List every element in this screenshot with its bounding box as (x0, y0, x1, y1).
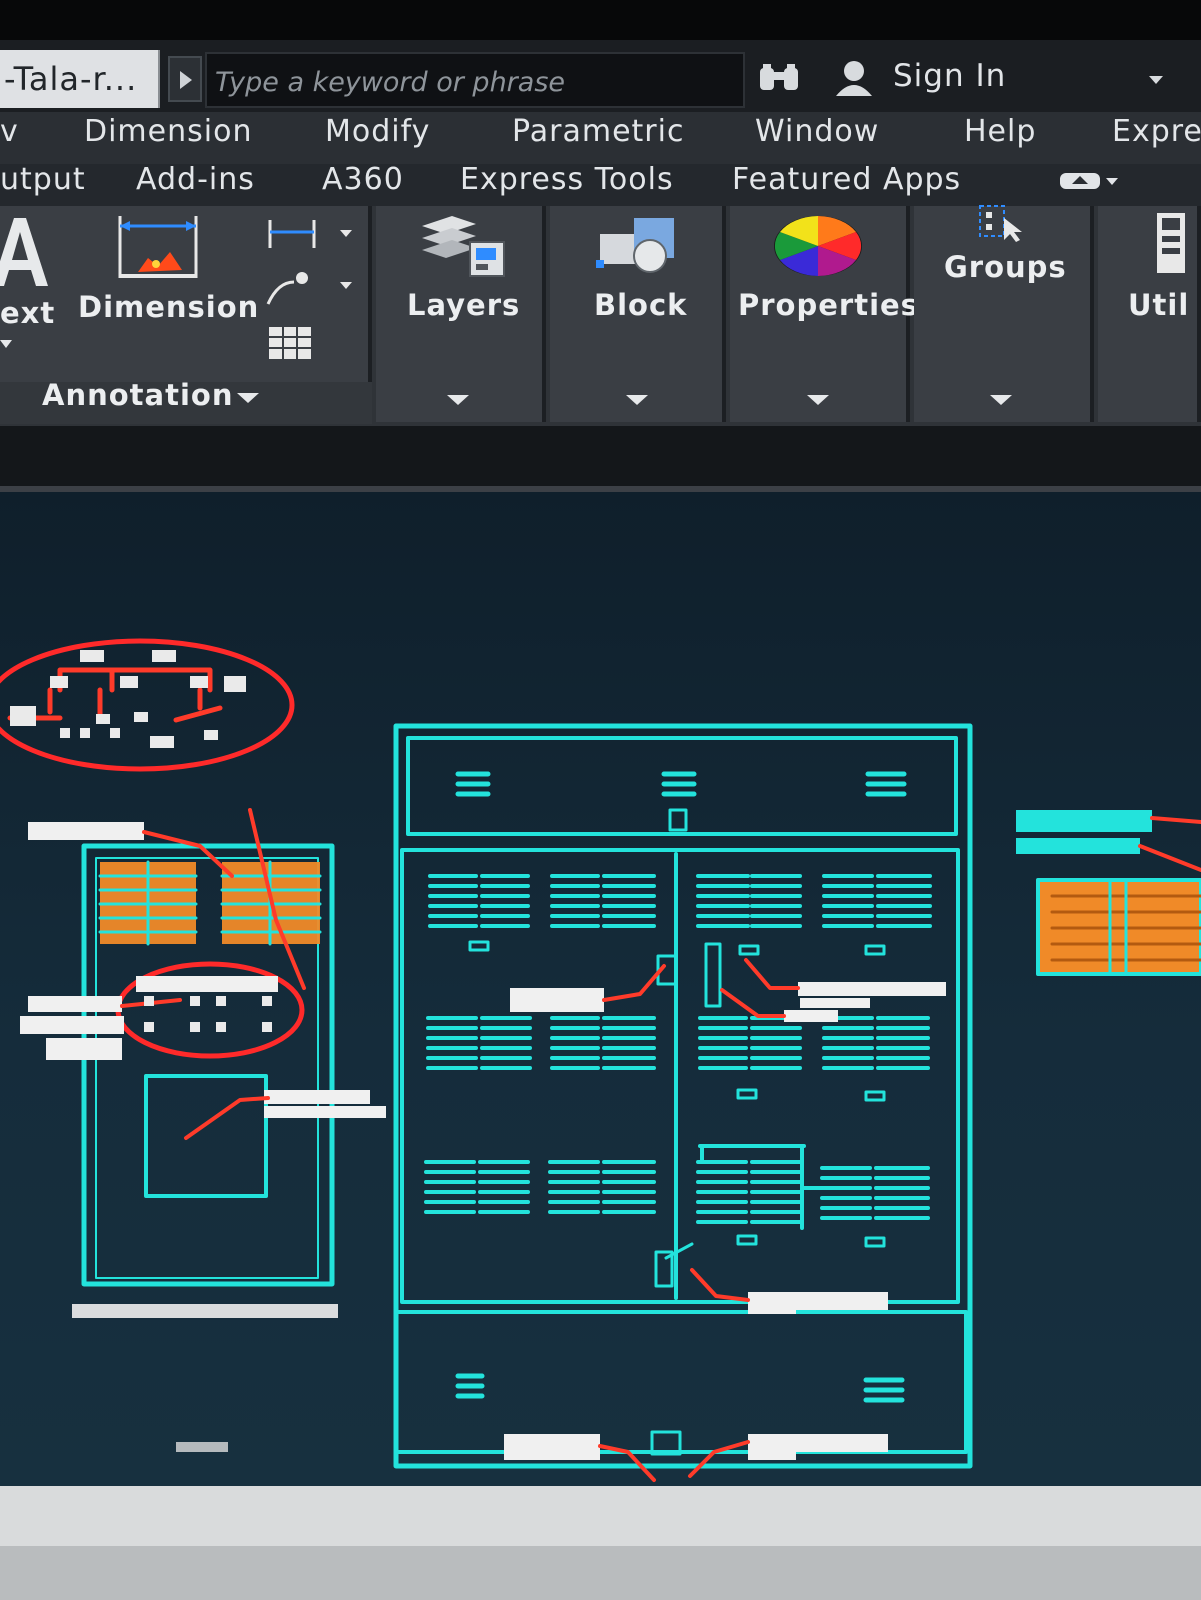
right-component (1016, 810, 1201, 976)
cad-drawing[interactable] (0, 492, 1201, 1486)
chevron-down-icon[interactable] (1148, 70, 1164, 89)
leader-icon[interactable] (264, 268, 356, 312)
tab-express-tools[interactable]: Express Tools (460, 162, 674, 197)
color-wheel-icon[interactable] (772, 208, 864, 284)
monitor-bezel (0, 0, 1201, 40)
properties-caret-icon[interactable] (806, 392, 830, 411)
dimension-icon[interactable] (116, 214, 202, 286)
menu-window[interactable]: Window (755, 114, 879, 149)
menu-modify[interactable]: Modify (325, 114, 430, 149)
utilities-panel-label[interactable]: Util (1128, 288, 1189, 322)
groups-panel-label[interactable]: Groups (944, 250, 1067, 284)
groups-icon[interactable] (978, 204, 1028, 248)
menu-express[interactable]: Expre (1112, 114, 1201, 149)
document-tab[interactable]: -Tala-r... (0, 50, 160, 108)
status-area (0, 1486, 1201, 1546)
ribbon-minimize-icon[interactable] (1058, 170, 1122, 196)
menu-view[interactable]: v (0, 114, 19, 149)
user-icon[interactable] (832, 58, 876, 102)
ribbon-separator (0, 426, 1201, 488)
left-cabinet (20, 808, 386, 1452)
tab-a360[interactable]: A360 (322, 162, 404, 197)
menu-help[interactable]: Help (964, 114, 1036, 149)
layers-icon[interactable] (418, 210, 508, 286)
block-caret-icon[interactable] (625, 392, 649, 411)
linear-dimension-icon[interactable] (266, 216, 356, 256)
groups-caret-icon[interactable] (989, 392, 1013, 411)
sign-in-link[interactable]: Sign In (893, 58, 1006, 94)
search-input[interactable] (213, 62, 737, 102)
table-icon[interactable] (268, 326, 312, 364)
monitor-bottom-bezel (0, 1546, 1201, 1600)
play-arrow-icon (180, 71, 192, 89)
menu-dimension[interactable]: Dimension (84, 114, 252, 149)
annotation-caret-icon[interactable] (236, 390, 260, 409)
block-icon[interactable] (594, 212, 686, 282)
search-box[interactable] (205, 52, 745, 108)
main-cabinet (393, 723, 973, 1482)
text-button-label[interactable]: ext (0, 296, 55, 330)
calculator-icon[interactable] (1156, 212, 1186, 280)
text-A-icon[interactable] (0, 214, 50, 294)
annotation-panel-label[interactable]: Annotation (42, 378, 233, 412)
tab-featured-apps[interactable]: Featured Apps (732, 162, 961, 197)
menu-parametric[interactable]: Parametric (512, 114, 684, 149)
tab-add-ins[interactable]: Add-ins (136, 162, 255, 197)
text-caret-icon[interactable] (0, 334, 12, 353)
layers-panel-label[interactable]: Layers (407, 288, 520, 322)
block-panel-label[interactable]: Block (594, 288, 687, 322)
wiring-schematic (0, 638, 295, 772)
layers-caret-icon[interactable] (446, 392, 470, 411)
tab-arrow-button[interactable] (168, 56, 202, 102)
dimension-button-label[interactable]: Dimension (78, 290, 259, 324)
properties-panel-label[interactable]: Properties (738, 288, 919, 322)
binoculars-icon[interactable] (758, 62, 802, 98)
tab-output[interactable]: utput (0, 162, 86, 197)
